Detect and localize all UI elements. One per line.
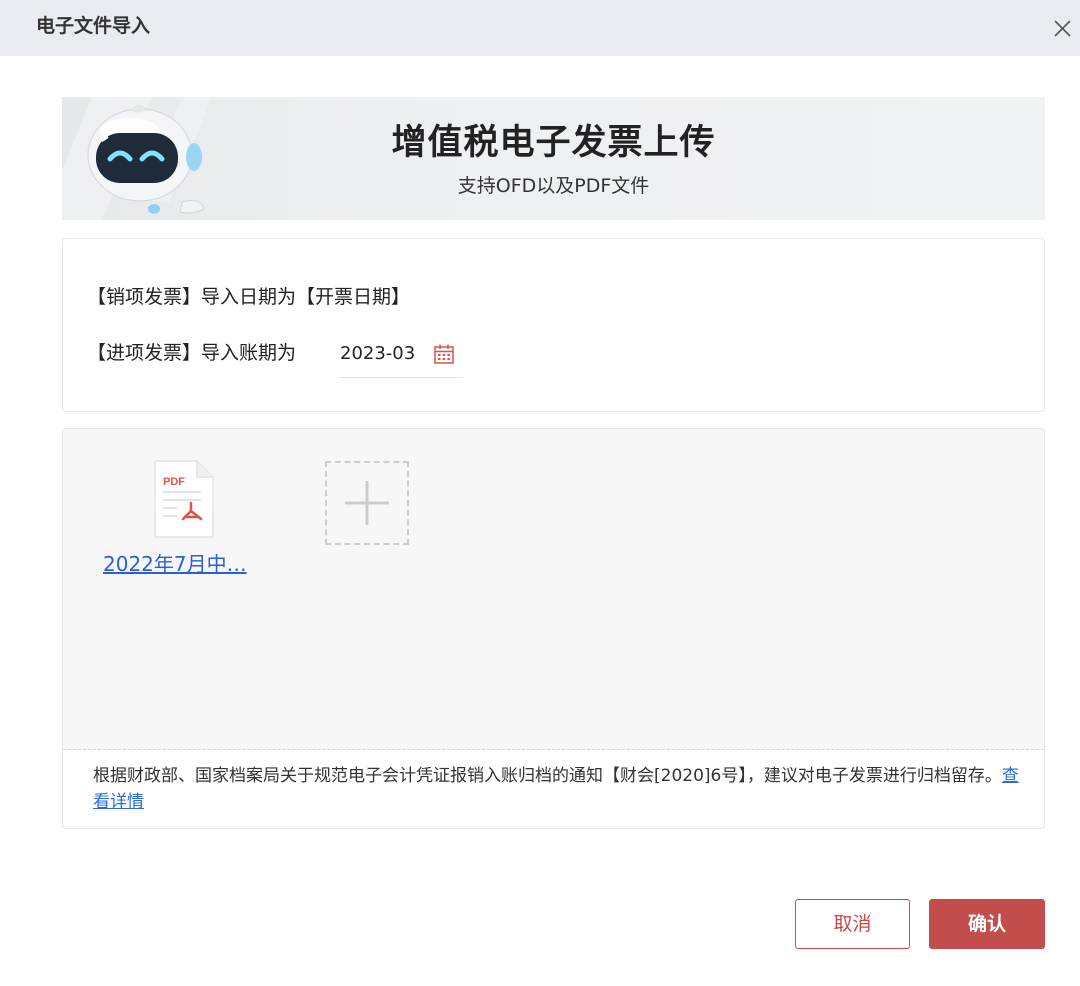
sales-invoice-rule: 【销项发票】导入日期为【开票日期】 xyxy=(87,286,411,308)
banner-subtitle: 支持OFD以及PDF文件 xyxy=(457,175,650,197)
archiving-notice-text: 根据财政部、国家档案局关于规范电子会计凭证报销入账归档的通知【财会[2020]6… xyxy=(93,766,1002,786)
electronic-file-import-dialog: 电子文件导入 增值税电子发票上传 支持OFD以及PDF文件 【销项发票】导入日期… xyxy=(0,0,1080,986)
purchase-invoice-label: 【进项发票】导入账期为 xyxy=(87,342,297,364)
import-settings-card: 【销项发票】导入日期为【开票日期】 【进项发票】导入账期为 2023-03 xyxy=(62,238,1045,412)
cancel-button[interactable]: 取消 xyxy=(795,899,910,949)
accounting-period-picker[interactable]: 2023-03 xyxy=(339,335,463,378)
pdf-icon-label: PDF xyxy=(163,476,185,488)
confirm-button[interactable]: 确认 xyxy=(929,899,1045,949)
archiving-notice: 根据财政部、国家档案局关于规范电子会计凭证报销入账归档的通知【财会[2020]6… xyxy=(93,763,1023,815)
plus-icon xyxy=(345,481,389,525)
close-icon xyxy=(1054,20,1071,37)
banner-title: 增值税电子发票上传 xyxy=(391,123,716,163)
dialog-header: 电子文件导入 xyxy=(0,0,1080,56)
file-upload-card: PDF 2022年7月中… 根据财政部、国家档案局关于规范电子会计凭证报销入账归… xyxy=(62,428,1045,829)
pdf-file-icon: PDF xyxy=(154,460,214,538)
file-drop-zone[interactable]: PDF 2022年7月中… xyxy=(63,429,1044,750)
uploaded-file-item[interactable]: PDF 2022年7月中… xyxy=(103,459,273,579)
add-file-button[interactable] xyxy=(325,461,409,545)
uploaded-file-name[interactable]: 2022年7月中… xyxy=(103,551,247,577)
upload-banner: 增值税电子发票上传 支持OFD以及PDF文件 xyxy=(62,97,1045,220)
dialog-title: 电子文件导入 xyxy=(36,15,151,37)
accounting-period-value: 2023-03 xyxy=(340,343,416,364)
close-button[interactable] xyxy=(1046,12,1078,44)
calendar-icon[interactable] xyxy=(433,343,455,365)
